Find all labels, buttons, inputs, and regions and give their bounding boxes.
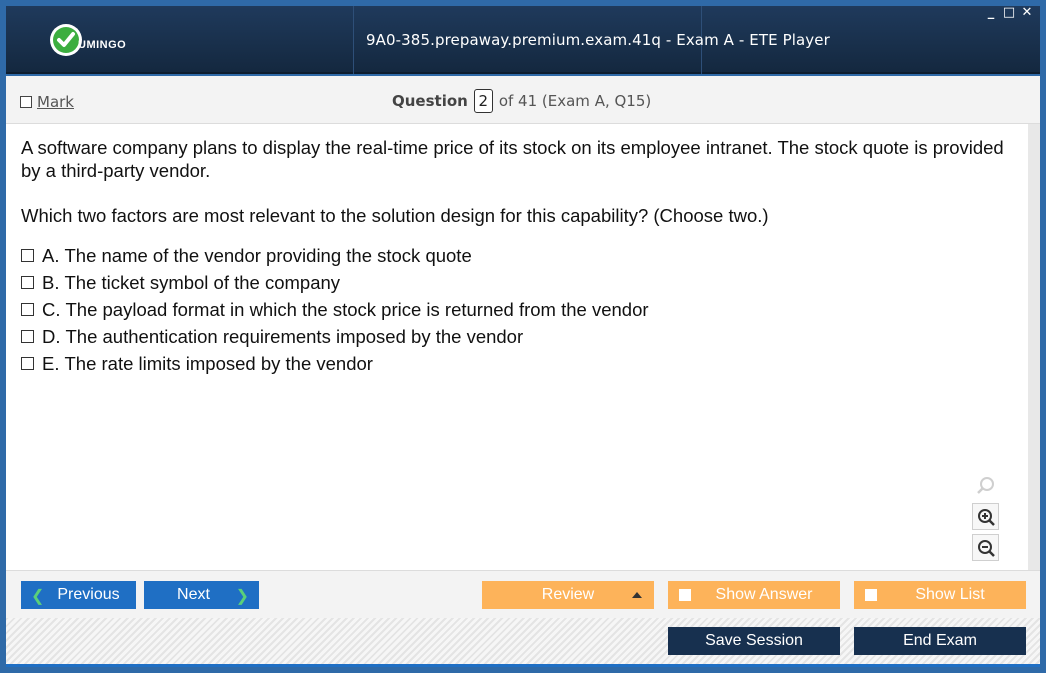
title-bar: UMINGO 9A0-385.prepaway.premium.exam.41q… [6,6,1040,74]
checkbox-icon[interactable] [679,589,691,601]
window-controls: _ □ ✕ [984,6,1034,20]
previous-button[interactable]: ❮ Previous [21,581,136,609]
question-label: Question [392,92,468,110]
option-letter: D. [42,325,61,347]
show-answer-button[interactable]: Show Answer [668,581,840,609]
chevron-right-icon: ❯ [235,588,249,605]
checkbox-icon[interactable] [21,249,34,262]
option-letter: B. [42,271,60,293]
navigation-bar: ❮ Previous Next ❯ Review Show Answer Sho… [6,570,1040,618]
zoom-tools [972,472,999,561]
option-text: The authentication requirements imposed … [65,325,524,347]
review-label: Review [541,586,595,603]
answer-option-a[interactable]: A. The name of the vendor providing the … [21,242,649,269]
question-prompt: Which two factors are most relevant to t… [21,205,769,226]
checkbox-icon[interactable] [21,357,34,370]
logo-text: UMINGO [78,39,127,51]
option-letter: A. [42,244,60,266]
app-window: UMINGO 9A0-385.prepaway.premium.exam.41q… [0,0,1046,673]
answer-option-d[interactable]: D. The authentication requirements impos… [21,323,649,350]
review-button[interactable]: Review [482,581,654,609]
mark-checkbox[interactable]: Mark [20,93,74,111]
mark-label[interactable]: Mark [37,93,74,111]
next-button[interactable]: Next ❯ [144,581,259,609]
session-bar: Save Session End Exam [6,618,1040,664]
question-header: Mark Question 2 of 41 (Exam A, Q15) [6,76,1040,124]
window-title: 9A0-385.prepaway.premium.exam.41q - Exam… [366,31,830,49]
option-text: The rate limits imposed by the vendor [64,352,373,374]
checkbox-icon[interactable] [20,96,32,108]
save-session-label: Save Session [705,632,803,649]
question-counter: Question 2 of 41 (Exam A, Q15) [392,89,651,113]
title-separator [353,6,354,74]
maximize-icon[interactable]: □ [1002,6,1016,20]
checkbox-icon[interactable] [21,330,34,343]
minimize-icon[interactable]: _ [984,6,998,20]
save-session-button[interactable]: Save Session [668,627,840,655]
show-list-label: Show List [915,586,985,603]
bottom-accent-line [6,664,1040,667]
option-text: The name of the vendor providing the sto… [64,244,472,266]
answer-option-e[interactable]: E. The rate limits imposed by the vendor [21,350,649,377]
zoom-in-icon[interactable] [972,503,999,530]
end-exam-label: End Exam [903,632,977,649]
answer-option-c[interactable]: C. The payload format in which the stock… [21,296,649,323]
question-number-input[interactable]: 2 [473,89,493,113]
answer-options: A. The name of the vendor providing the … [21,242,649,377]
checkbox-icon[interactable] [21,303,34,316]
question-suffix: of 41 (Exam A, Q15) [498,92,652,110]
answer-option-b[interactable]: B. The ticket symbol of the company [21,269,649,296]
close-icon[interactable]: ✕ [1020,6,1034,20]
vertical-scrollbar[interactable] [1028,124,1040,570]
caret-up-icon[interactable] [632,592,642,598]
option-letter: C. [42,298,61,320]
show-answer-label: Show Answer [715,586,813,603]
vumingo-logo: UMINGO [50,24,150,58]
checkbox-icon[interactable] [865,589,877,601]
magnifier-icon[interactable] [972,472,999,499]
option-letter: E. [42,352,60,374]
next-label: Next [177,586,210,603]
end-exam-button[interactable]: End Exam [854,627,1026,655]
question-stem: A software company plans to display the … [21,137,1004,181]
previous-label: Previous [57,586,120,603]
show-list-button[interactable]: Show List [854,581,1026,609]
chevron-left-icon: ❮ [31,588,45,605]
option-text: The ticket symbol of the company [64,271,341,293]
zoom-out-icon[interactable] [972,534,999,561]
checkbox-icon[interactable] [21,276,34,289]
question-content: A software company plans to display the … [6,124,1028,570]
option-text: The payload format in which the stock pr… [65,298,649,320]
